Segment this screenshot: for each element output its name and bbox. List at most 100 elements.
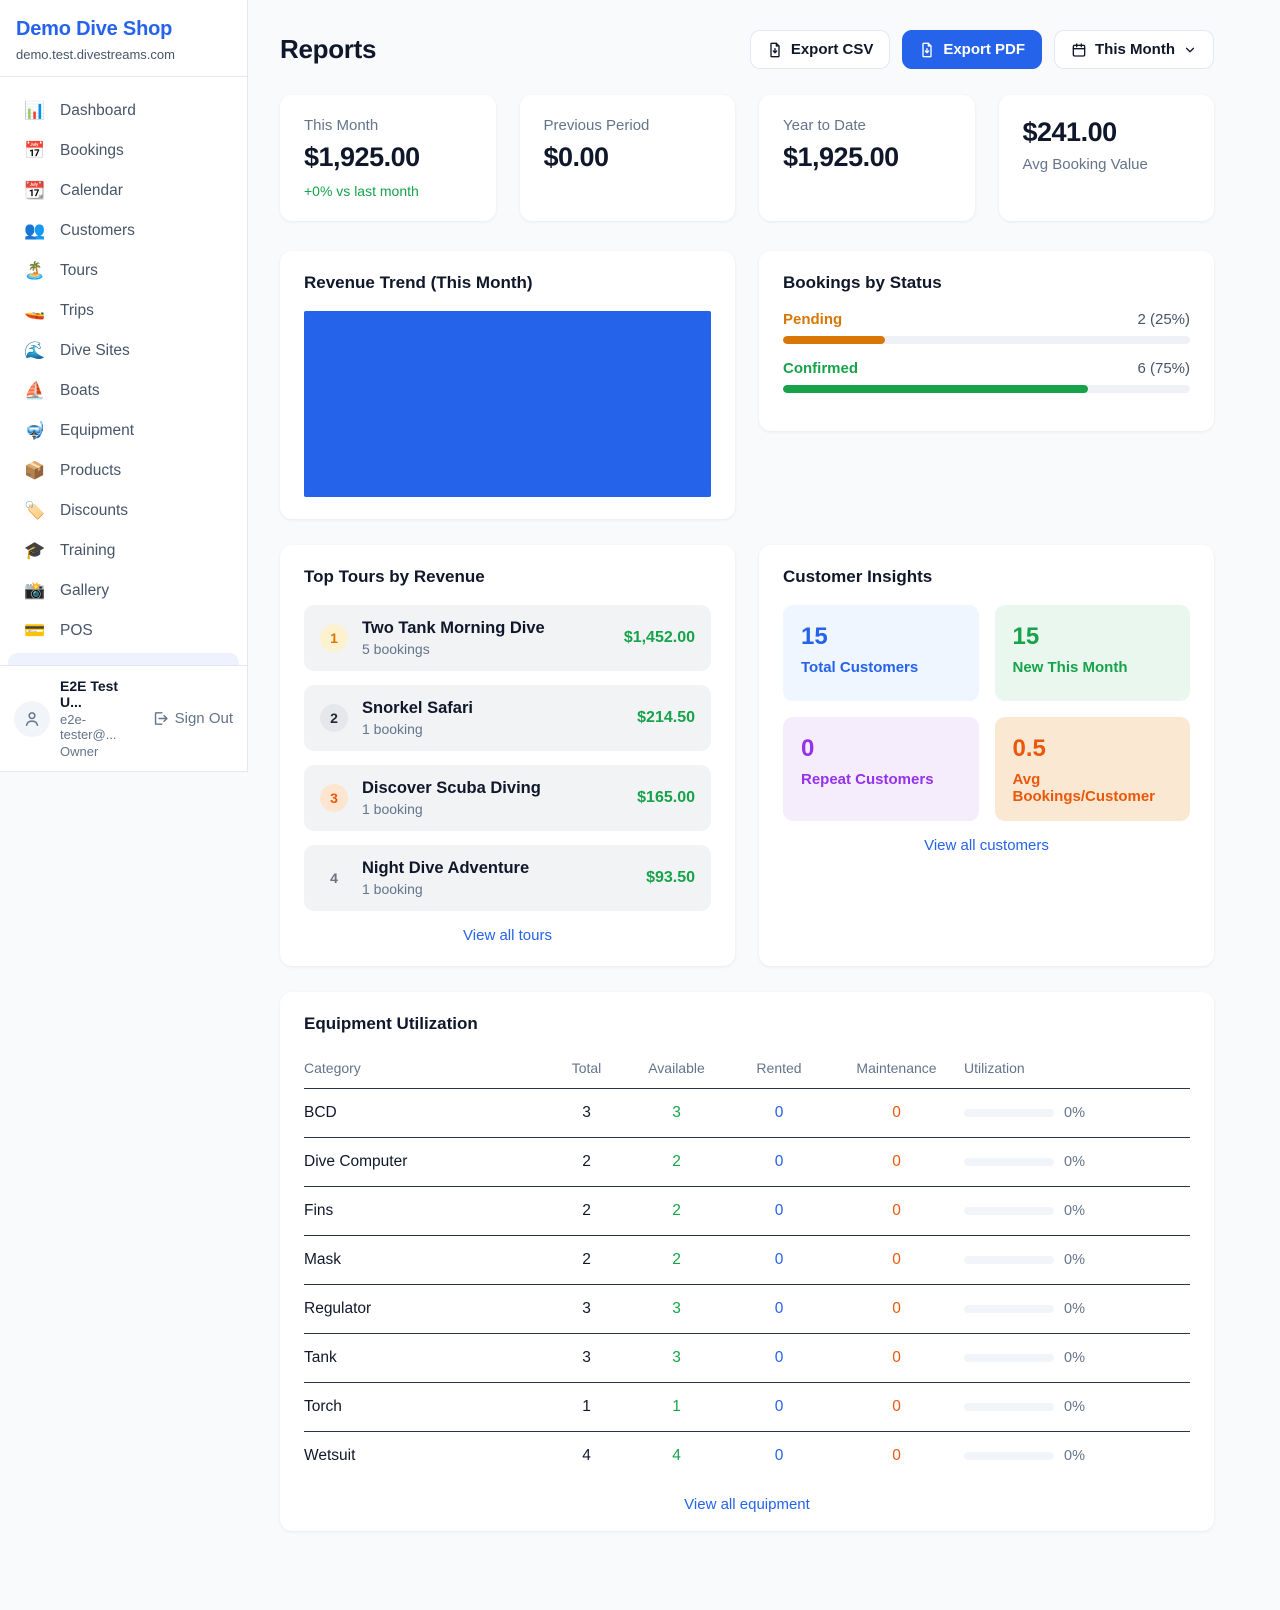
insights-row: Top Tours by Revenue 1 Two Tank Morning … [280,545,1214,966]
utilization-percent: 0% [1064,1252,1085,1268]
sidebar-item-calendar[interactable]: 📆 Calendar [8,171,239,211]
view-all-equipment-link[interactable]: View all equipment [304,1496,1190,1513]
period-dropdown[interactable]: This Month [1054,30,1214,69]
bookings-by-status-title: Bookings by Status [783,273,1190,293]
utilization-bar [964,1305,1054,1313]
tour-name: Night Dive Adventure [362,859,632,878]
sidebar-item-label: Gallery [60,582,109,600]
equipment-rented: 0 [729,1432,829,1481]
chevron-down-icon [1183,43,1197,57]
tile-label: Avg Bookings/Customer [1013,771,1173,805]
col-total: Total [549,1052,624,1089]
equipment-row: BCD33000% [304,1089,1190,1138]
equipment-row: Regulator33000% [304,1285,1190,1334]
equipment-table: Category Total Available Rented Maintena… [304,1052,1190,1480]
equipment-available: 2 [624,1236,729,1285]
col-maintenance: Maintenance [829,1052,964,1089]
sign-out-button[interactable]: Sign Out [152,710,233,727]
sidebar-item-reports-active-partial[interactable] [8,653,239,665]
equipment-available: 2 [624,1187,729,1236]
page-title: Reports [280,34,376,65]
sidebar-item-dashboard[interactable]: 📊Dashboard [8,91,239,131]
view-all-tours-link[interactable]: View all tours [304,927,711,944]
tile-label: Total Customers [801,659,961,676]
sidebar-item-training[interactable]: 🎓Training [8,531,239,571]
sidebar: Demo Dive Shop demo.test.divestreams.com… [0,0,248,772]
equipment-available: 4 [624,1432,729,1481]
utilization-bar [964,1256,1054,1264]
tour-bookings: 1 booking [362,721,623,737]
customer-insights-title: Customer Insights [783,567,1190,587]
sidebar-item-discounts[interactable]: 🏷️Discounts [8,491,239,531]
equipment-maintenance: 0 [829,1285,964,1334]
sidebar-item-label: Products [60,462,121,480]
sidebar-item-tours[interactable]: 🏝️Tours [8,251,239,291]
equipment-maintenance: 0 [829,1187,964,1236]
view-all-customers-link[interactable]: View all customers [783,837,1190,854]
utilization-percent: 0% [1064,1203,1085,1219]
tile-avg-bookings-customer: 0.5 Avg Bookings/Customer [995,717,1191,821]
sidebar-item-bookings[interactable]: 📅 Bookings [8,131,239,171]
tour-name: Discover Scuba Diving [362,779,623,798]
tour-bookings: 5 bookings [362,641,610,657]
brand-block: Demo Dive Shop demo.test.divestreams.com [0,0,247,77]
stat-cards-row: This Month $1,925.00 +0% vs last month P… [280,95,1214,221]
sidebar-item-products[interactable]: 📦 Products [8,451,239,491]
gallery-camera-icon: 📸 [24,581,46,601]
tile-new-this-month: 15 New This Month [995,605,1191,701]
shop-name[interactable]: Demo Dive Shop [16,18,231,41]
equipment-category: Wetsuit [304,1432,549,1481]
revenue-trend-card: Revenue Trend (This Month) [280,251,735,519]
sidebar-item-label: Equipment [60,422,134,440]
sidebar-item-trips[interactable]: 🚤Trips [8,291,239,331]
sidebar-item-customers[interactable]: 👥Customers [8,211,239,251]
export-csv-button[interactable]: Export CSV [750,30,891,69]
dashboard-chart-icon: 📊 [24,101,46,121]
rank-badge: 3 [320,784,348,812]
status-bar-track [783,336,1190,344]
utilization-bar [964,1354,1054,1362]
equipment-maintenance: 0 [829,1383,964,1432]
status-count: 2 (25%) [1137,311,1190,328]
sidebar-item-label: Bookings [60,142,124,160]
utilization-bar [964,1403,1054,1411]
sidebar-item-pos[interactable]: 💳POS [8,611,239,651]
tour-amount: $165.00 [637,789,695,807]
equipment-total: 2 [549,1138,624,1187]
tile-label: New This Month [1013,659,1173,676]
top-tours-card: Top Tours by Revenue 1 Two Tank Morning … [280,545,735,966]
equipment-rented: 0 [729,1138,829,1187]
bookings-calendar-icon: 📅 [24,141,46,161]
equipment-row: Tank33000% [304,1334,1190,1383]
period-label: This Month [1095,41,1175,58]
sidebar-item-label: Calendar [60,182,123,200]
sidebar-item-gallery[interactable]: 📸 Gallery [8,571,239,611]
equipment-available: 2 [624,1138,729,1187]
sign-out-label: Sign Out [175,710,233,727]
shop-domain: demo.test.divestreams.com [16,47,231,62]
tile-repeat-customers: 0 Repeat Customers [783,717,979,821]
revenue-trend-title: Revenue Trend (This Month) [304,273,711,293]
equipment-row: Torch11000% [304,1383,1190,1432]
tile-total-customers: 15 Total Customers [783,605,979,701]
discounts-tag-icon: 🏷️ [24,501,46,521]
products-box-icon: 📦 [24,461,46,481]
equipment-available: 3 [624,1285,729,1334]
sidebar-item-dive-sites[interactable]: 🌊Dive Sites [8,331,239,371]
sidebar-item-boats[interactable]: ⛵Boats [8,371,239,411]
utilization-percent: 0% [1064,1105,1085,1121]
equipment-maintenance: 0 [829,1334,964,1383]
sidebar-item-equipment[interactable]: 🤿Equipment [8,411,239,451]
sidebar-item-label: Trips [60,302,94,320]
utilization-bar [964,1207,1054,1215]
export-pdf-button[interactable]: Export PDF [902,30,1042,69]
equipment-category: BCD [304,1089,549,1138]
utilization-percent: 0% [1064,1154,1085,1170]
equipment-maintenance: 0 [829,1089,964,1138]
tile-value: 15 [1013,623,1173,651]
calendar-icon: 📆 [24,181,46,201]
utilization-percent: 0% [1064,1301,1085,1317]
equipment-total: 3 [549,1285,624,1334]
page-header: Reports Export CSV Export PDF This Month [280,30,1214,69]
customers-icon: 👥 [24,221,46,241]
